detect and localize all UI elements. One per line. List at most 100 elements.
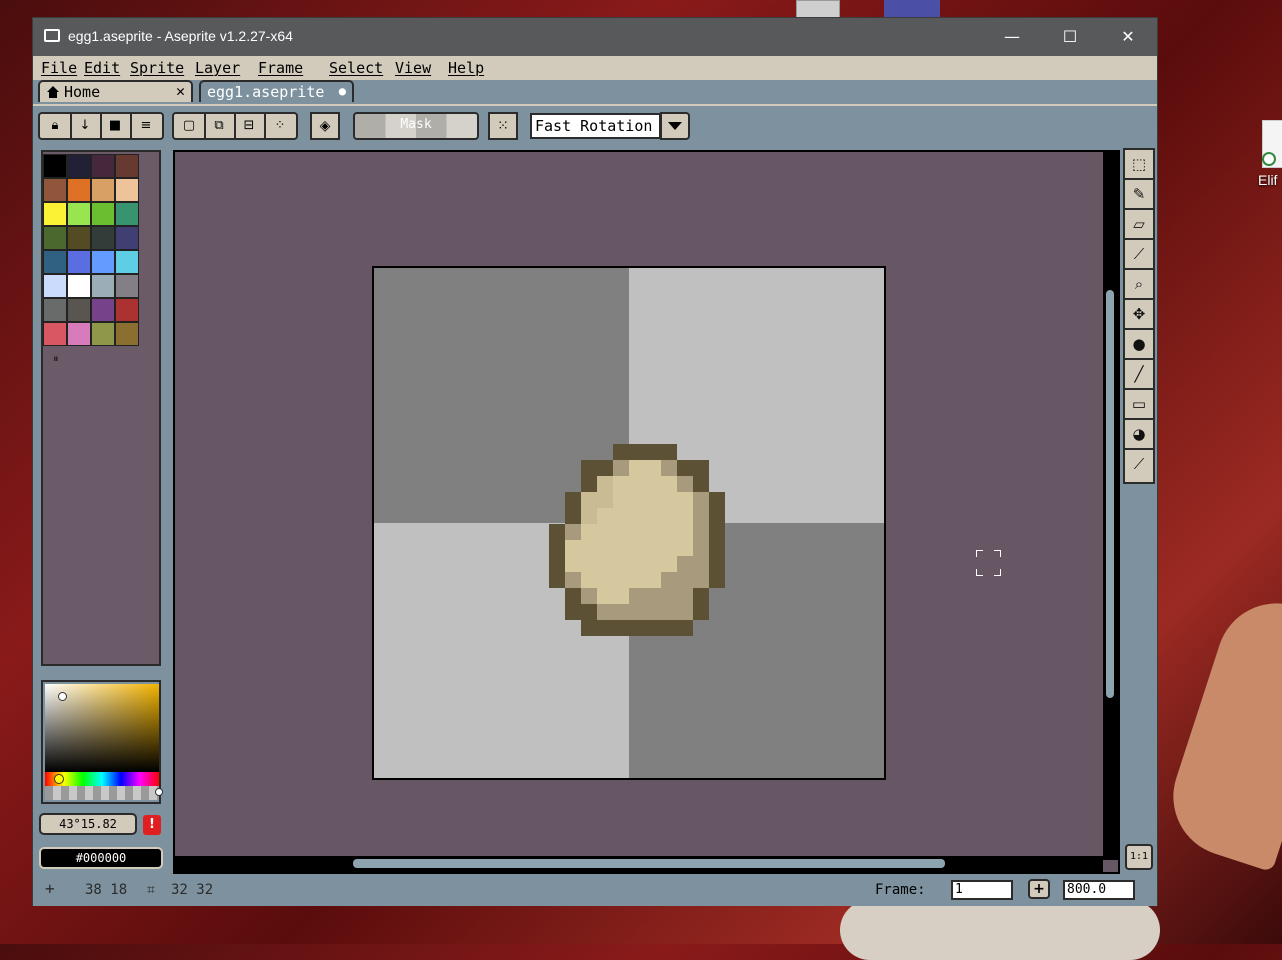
color-value-display[interactable]: 43°15.82 — [39, 813, 137, 835]
sv-handle[interactable] — [58, 692, 67, 701]
tab-egg1[interactable]: egg1.aseprite ● — [199, 80, 354, 102]
tab-close-icon[interactable]: ✕ — [176, 82, 185, 100]
zoom-level-input[interactable]: 800.0 — [1063, 880, 1135, 900]
minimize-button[interactable]: — — [983, 18, 1041, 56]
horizontal-scroll-thumb[interactable] — [353, 859, 945, 868]
arrow-down-icon[interactable]: ↓ — [70, 114, 102, 138]
palette-swatch[interactable] — [91, 298, 115, 322]
paint-bucket-icon[interactable]: ● — [1125, 330, 1153, 360]
egg-pixel — [581, 556, 597, 572]
palette-swatch[interactable] — [91, 202, 115, 226]
egg-pixel — [693, 604, 709, 620]
maximize-button[interactable]: ☐ — [1041, 18, 1099, 56]
alpha-slider[interactable] — [45, 786, 159, 800]
lock-icon[interactable]: 🔒︎ — [40, 114, 72, 138]
add-selection-icon[interactable]: ⧉ — [204, 114, 236, 138]
palette-swatch[interactable] — [67, 154, 91, 178]
eyedropper-icon[interactable]: ⟋ — [1125, 240, 1153, 270]
egg-pixel — [645, 460, 661, 476]
marquee-icon[interactable]: ⬚ — [1125, 150, 1153, 180]
palette-swatch[interactable] — [91, 274, 115, 298]
palette-swatch[interactable] — [43, 250, 67, 274]
selection-mode-group: ▢ ⧉ ⊟ ⁘ — [172, 112, 298, 140]
menu-help[interactable]: Help — [448, 59, 484, 77]
close-button[interactable]: ✕ — [1099, 18, 1157, 56]
menu-layer[interactable]: Layer — [195, 59, 240, 77]
rotation-algorithm-select[interactable]: Fast Rotation — [530, 113, 661, 139]
modified-dot-icon[interactable]: ● — [339, 84, 346, 98]
wallpaper-hand — [1157, 587, 1282, 873]
vertical-scroll-thumb[interactable] — [1106, 290, 1114, 698]
alpha-handle[interactable] — [155, 788, 163, 796]
subtract-selection-icon[interactable]: ⊟ — [234, 114, 266, 138]
blur-icon[interactable]: ⟋ — [1125, 450, 1153, 480]
transparent-color-icon[interactable]: ◈ — [310, 112, 340, 140]
intersect-selection-icon[interactable]: ⁘ — [264, 114, 296, 138]
palette-swatch[interactable] — [91, 250, 115, 274]
egg-pixel — [629, 540, 645, 556]
palette-swatch[interactable] — [67, 274, 91, 298]
frame-number-input[interactable]: 1 — [951, 880, 1013, 900]
rectangle-icon[interactable]: ▭ — [1125, 390, 1153, 420]
sprite-editor[interactable] — [173, 150, 1120, 874]
eraser-icon[interactable]: ▱ — [1125, 210, 1153, 240]
palette-swatch[interactable] — [43, 178, 67, 202]
palette-resize-handle[interactable]: ⏸ — [53, 352, 59, 366]
palette-swatch[interactable] — [115, 274, 139, 298]
fill-square-icon[interactable]: ■ — [100, 114, 132, 138]
line-icon[interactable]: ╱ — [1125, 360, 1153, 390]
color-warning-icon[interactable]: ! — [143, 815, 161, 835]
window-title: egg1.aseprite - Aseprite v1.2.27-x64 — [68, 28, 293, 44]
palette-swatch[interactable] — [115, 178, 139, 202]
palette-swatch[interactable] — [67, 202, 91, 226]
palette-swatch[interactable] — [67, 178, 91, 202]
palette-swatch[interactable] — [115, 322, 139, 346]
crosshair-cursor — [976, 550, 983, 557]
palette-swatch[interactable] — [115, 250, 139, 274]
sprite-size: 32 32 — [171, 882, 214, 898]
egg-pixel — [709, 540, 725, 556]
palette-swatch[interactable] — [115, 298, 139, 322]
palette-swatch[interactable] — [67, 250, 91, 274]
palette-swatch[interactable] — [91, 178, 115, 202]
hex-color-field[interactable]: #000000 — [39, 847, 163, 869]
palette-swatch[interactable] — [115, 154, 139, 178]
palette-swatch[interactable] — [115, 226, 139, 250]
list-icon[interactable]: ≡ — [130, 114, 162, 138]
contour-icon[interactable]: ◕ — [1125, 420, 1153, 450]
palette-swatch[interactable] — [91, 154, 115, 178]
palette-swatch[interactable] — [67, 226, 91, 250]
menu-select[interactable]: Select — [329, 59, 383, 77]
palette-swatch[interactable] — [91, 226, 115, 250]
replace-selection-icon[interactable]: ▢ — [174, 114, 206, 138]
palette-swatch[interactable] — [43, 202, 67, 226]
palette-swatch[interactable] — [67, 298, 91, 322]
pencil-icon[interactable]: ✎ — [1125, 180, 1153, 210]
menu-file[interactable]: File — [41, 59, 77, 77]
dropdown-arrow-icon[interactable] — [660, 112, 690, 140]
palette-swatch[interactable] — [43, 226, 67, 250]
menu-edit[interactable]: Edit — [84, 59, 120, 77]
egg-pixel — [565, 588, 581, 604]
mask-color-button[interactable]: Mask — [353, 112, 479, 140]
zoom-one-to-one-button[interactable]: 1:1 — [1125, 844, 1153, 870]
add-frame-button[interactable]: + — [1028, 879, 1050, 899]
desktop-icon-label[interactable]: Elif — [1258, 172, 1277, 188]
zoom-icon[interactable]: ⌕ — [1125, 270, 1153, 300]
menu-sprite[interactable]: Sprite — [130, 59, 184, 77]
tab-home[interactable]: Home ✕ — [38, 80, 193, 102]
menu-frame[interactable]: Frame — [258, 59, 303, 77]
palette-swatch[interactable] — [43, 274, 67, 298]
palette-swatch[interactable] — [43, 154, 67, 178]
palette-swatch[interactable] — [43, 322, 67, 346]
menu-view[interactable]: View — [395, 59, 431, 77]
palette-swatch[interactable] — [67, 322, 91, 346]
palette-swatch[interactable] — [115, 202, 139, 226]
egg-pixel — [597, 572, 613, 588]
move-icon[interactable]: ✥ — [1125, 300, 1153, 330]
palette-swatch[interactable] — [91, 322, 115, 346]
egg-pixel — [677, 476, 693, 492]
hue-handle[interactable] — [54, 774, 64, 784]
pivot-icon[interactable]: ⁙ — [488, 112, 518, 140]
palette-swatch[interactable] — [43, 298, 67, 322]
